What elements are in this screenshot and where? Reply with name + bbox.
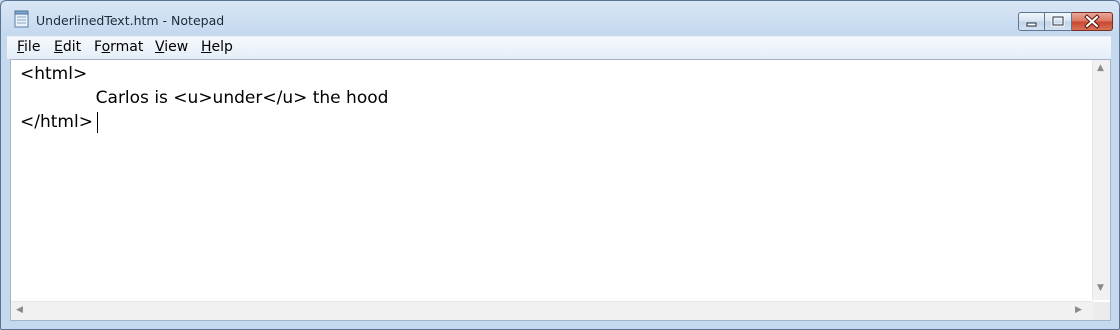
notepad-window: UnderlinedText.htm - Notepad File Edit F… (0, 0, 1120, 330)
caption-buttons (1018, 12, 1113, 31)
menu-help[interactable]: Help (201, 39, 233, 55)
minimize-icon (1026, 22, 1037, 27)
editor-line-2: Carlos is <u>under</u> the hood (20, 88, 389, 108)
menu-bar: File Edit Format View Help (7, 36, 1111, 59)
menu-edit[interactable]: Edit (54, 39, 81, 55)
scroll-down-icon[interactable]: ▼ (1097, 284, 1104, 293)
text-editor[interactable]: <html> Carlos is <u>under</u> the hood <… (10, 59, 1111, 321)
menu-file[interactable]: File (17, 39, 40, 55)
close-icon (1084, 14, 1100, 29)
text-caret (97, 112, 98, 133)
maximize-icon (1051, 15, 1065, 27)
editor-line-3: </html> (20, 112, 93, 132)
editor-text-area[interactable]: <html> Carlos is <u>under</u> the hood <… (11, 60, 1091, 300)
close-button[interactable] (1072, 12, 1113, 31)
horizontal-scrollbar[interactable]: ◀ ▶ (11, 301, 1093, 320)
maximize-button[interactable] (1045, 12, 1072, 31)
notepad-icon[interactable] (14, 10, 30, 28)
vertical-scrollbar[interactable]: ▲ ▼ (1092, 60, 1110, 300)
scrollbar-corner (1093, 302, 1110, 320)
minimize-button[interactable] (1018, 12, 1045, 31)
menu-format[interactable]: Format (94, 39, 143, 55)
window-title: UnderlinedText.htm - Notepad (36, 13, 225, 28)
scroll-left-icon[interactable]: ◀ (16, 306, 23, 315)
scroll-up-icon[interactable]: ▲ (1097, 64, 1104, 73)
title-bar[interactable]: UnderlinedText.htm - Notepad (1, 1, 1119, 35)
menu-view[interactable]: View (155, 39, 188, 55)
scroll-right-icon[interactable]: ▶ (1075, 306, 1082, 315)
editor-line-1: <html> (20, 64, 88, 84)
